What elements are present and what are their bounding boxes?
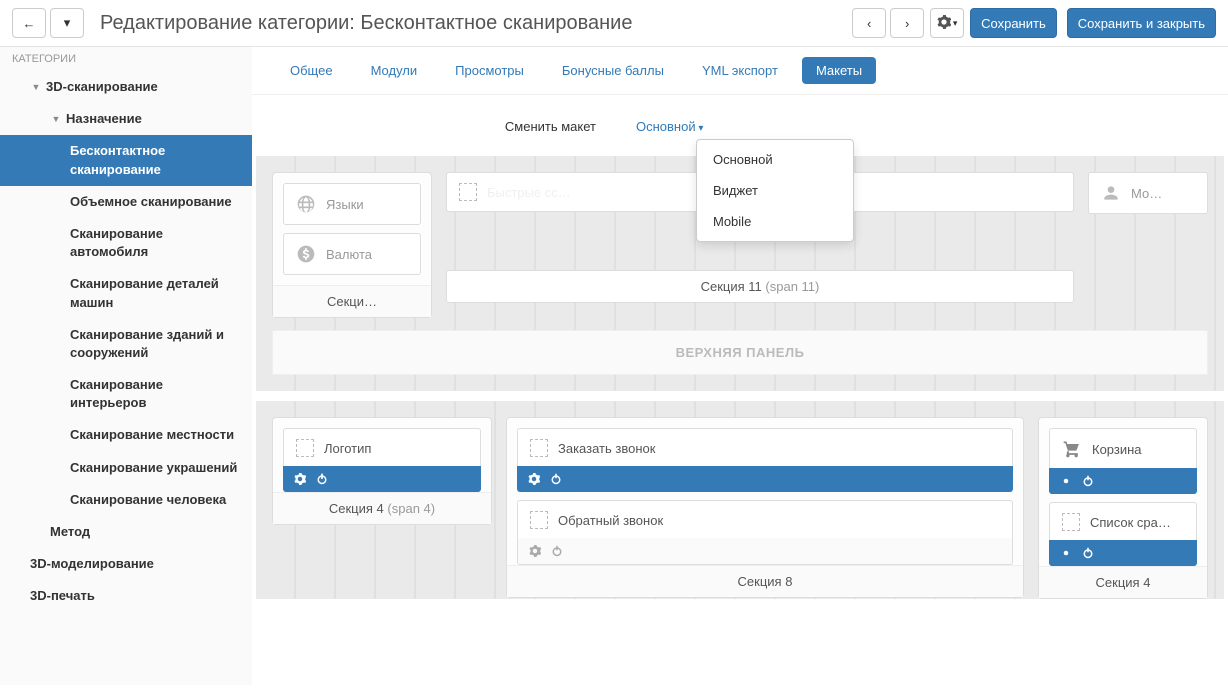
- widget-controls: [1049, 468, 1197, 494]
- placeholder-icon: [1062, 513, 1080, 531]
- tab-modules[interactable]: Модули: [357, 57, 432, 84]
- tree-sibling[interactable]: 3D-моделирование: [0, 548, 252, 580]
- layout-option[interactable]: Виджет: [697, 175, 853, 206]
- widget-controls: [1049, 540, 1197, 566]
- widget-currency[interactable]: Валюта: [283, 233, 421, 275]
- widget-compare[interactable]: Список сра…: [1049, 502, 1197, 542]
- tab-general[interactable]: Общее: [276, 57, 347, 84]
- tab-bonus[interactable]: Бонусные баллы: [548, 57, 678, 84]
- tree-item[interactable]: Сканирование интерьеров: [0, 369, 252, 419]
- tree-sibling[interactable]: 3D-печать: [0, 580, 252, 612]
- widget-controls: [283, 466, 481, 492]
- placeholder-icon: [296, 439, 314, 457]
- settings-menu[interactable]: ▾: [930, 8, 964, 38]
- back-button[interactable]: ←: [12, 8, 46, 38]
- power-icon[interactable]: [549, 472, 563, 486]
- tab-yml[interactable]: YML экспорт: [688, 57, 792, 84]
- user-icon: [1101, 183, 1121, 203]
- widget-callback[interactable]: Обратный звонок: [517, 500, 1013, 540]
- tree-item[interactable]: Сканирование зданий и сооружений: [0, 319, 252, 369]
- widget-label: Валюта: [326, 247, 372, 262]
- widget-label: Список сра…: [1090, 515, 1171, 530]
- pager-prev[interactable]: ‹: [852, 8, 886, 38]
- widget-label: Заказать звонок: [558, 441, 655, 456]
- widget-languages[interactable]: Языки: [283, 183, 421, 225]
- tab-layouts[interactable]: Макеты: [802, 57, 876, 84]
- save-close-button[interactable]: Сохранить и закрыть: [1067, 8, 1216, 38]
- power-icon[interactable]: [1081, 546, 1095, 560]
- gear-icon[interactable]: [1059, 546, 1073, 560]
- sidebar-header: КАТЕГОРИИ: [0, 47, 252, 71]
- layout-dropdown: Основной Виджет Mobile: [696, 139, 854, 242]
- widget-account[interactable]: Мо…: [1088, 172, 1208, 214]
- tree-item[interactable]: Сканирование украшений: [0, 452, 252, 484]
- header-panel: Логотип Секция 4 (span 4): [256, 401, 1224, 599]
- gear-icon[interactable]: [1059, 474, 1073, 488]
- tree-root[interactable]: ▼3D-сканирование: [0, 71, 252, 103]
- power-icon[interactable]: [550, 544, 564, 558]
- widget-label: Языки: [326, 197, 364, 212]
- tree-sub-naznachenie[interactable]: ▼Назначение: [0, 103, 252, 135]
- tree-sub-metod[interactable]: Метод: [0, 516, 252, 548]
- gear-icon[interactable]: [293, 472, 307, 486]
- category-tree: КАТЕГОРИИ ▼3D-сканирование ▼Назначение Б…: [0, 47, 252, 685]
- pager-next[interactable]: ›: [890, 8, 924, 38]
- layout-select-label: Сменить макет: [276, 119, 616, 134]
- save-button[interactable]: Сохранить: [970, 8, 1057, 38]
- widget-cart[interactable]: Корзина: [1049, 428, 1197, 470]
- tree-item[interactable]: Сканирование автомобиля: [0, 218, 252, 268]
- globe-icon: [296, 194, 316, 214]
- placeholder-icon: [459, 183, 477, 201]
- layout-option[interactable]: Основной: [697, 144, 853, 175]
- tree-item-active[interactable]: Бесконтактное сканирование: [0, 135, 252, 185]
- section4-label: Секция 4 (span 4): [273, 492, 491, 524]
- dollar-icon: [296, 244, 316, 264]
- tree-item[interactable]: Сканирование человека: [0, 484, 252, 516]
- widget-controls: [517, 538, 1013, 565]
- widget-label: Быстрые сс…: [487, 185, 571, 200]
- placeholder-icon: [530, 511, 548, 529]
- tree-item[interactable]: Объемное сканирование: [0, 186, 252, 218]
- gear-icon: [937, 15, 951, 32]
- layout-option[interactable]: Mobile: [697, 206, 853, 237]
- widget-callback-order[interactable]: Заказать звонок: [517, 428, 1013, 468]
- top-panel-title: ВЕРХНЯЯ ПАНЕЛЬ: [272, 330, 1208, 375]
- cart-icon: [1062, 439, 1082, 459]
- widget-label: Корзина: [1092, 442, 1142, 457]
- placeholder-icon: [530, 439, 548, 457]
- power-icon[interactable]: [1081, 474, 1095, 488]
- section4b-label: Секция 4: [1039, 566, 1207, 598]
- tree-item[interactable]: Сканирование местности: [0, 419, 252, 451]
- power-icon[interactable]: [315, 472, 329, 486]
- widget-label: Мо…: [1131, 186, 1162, 201]
- gear-icon[interactable]: [527, 472, 541, 486]
- widget-label: Обратный звонок: [558, 513, 663, 528]
- nav-menu-dropdown[interactable]: ▾: [50, 8, 84, 38]
- tabs: Общее Модули Просмотры Бонусные баллы YM…: [252, 47, 1228, 95]
- widget-label: Логотип: [324, 441, 371, 456]
- layout-select[interactable]: Основной: [636, 119, 703, 134]
- widget-controls: [517, 466, 1013, 492]
- section-label: Секци…: [273, 285, 431, 317]
- widget-logo[interactable]: Логотип: [283, 428, 481, 468]
- tree-item[interactable]: Сканирование деталей машин: [0, 268, 252, 318]
- tab-views[interactable]: Просмотры: [441, 57, 538, 84]
- section11-label: Секция 11 (span 11): [446, 270, 1074, 303]
- gear-icon[interactable]: [528, 544, 542, 558]
- page-title: Редактирование категории: Бесконтактное …: [92, 12, 844, 35]
- section8-label: Секция 8: [507, 565, 1023, 597]
